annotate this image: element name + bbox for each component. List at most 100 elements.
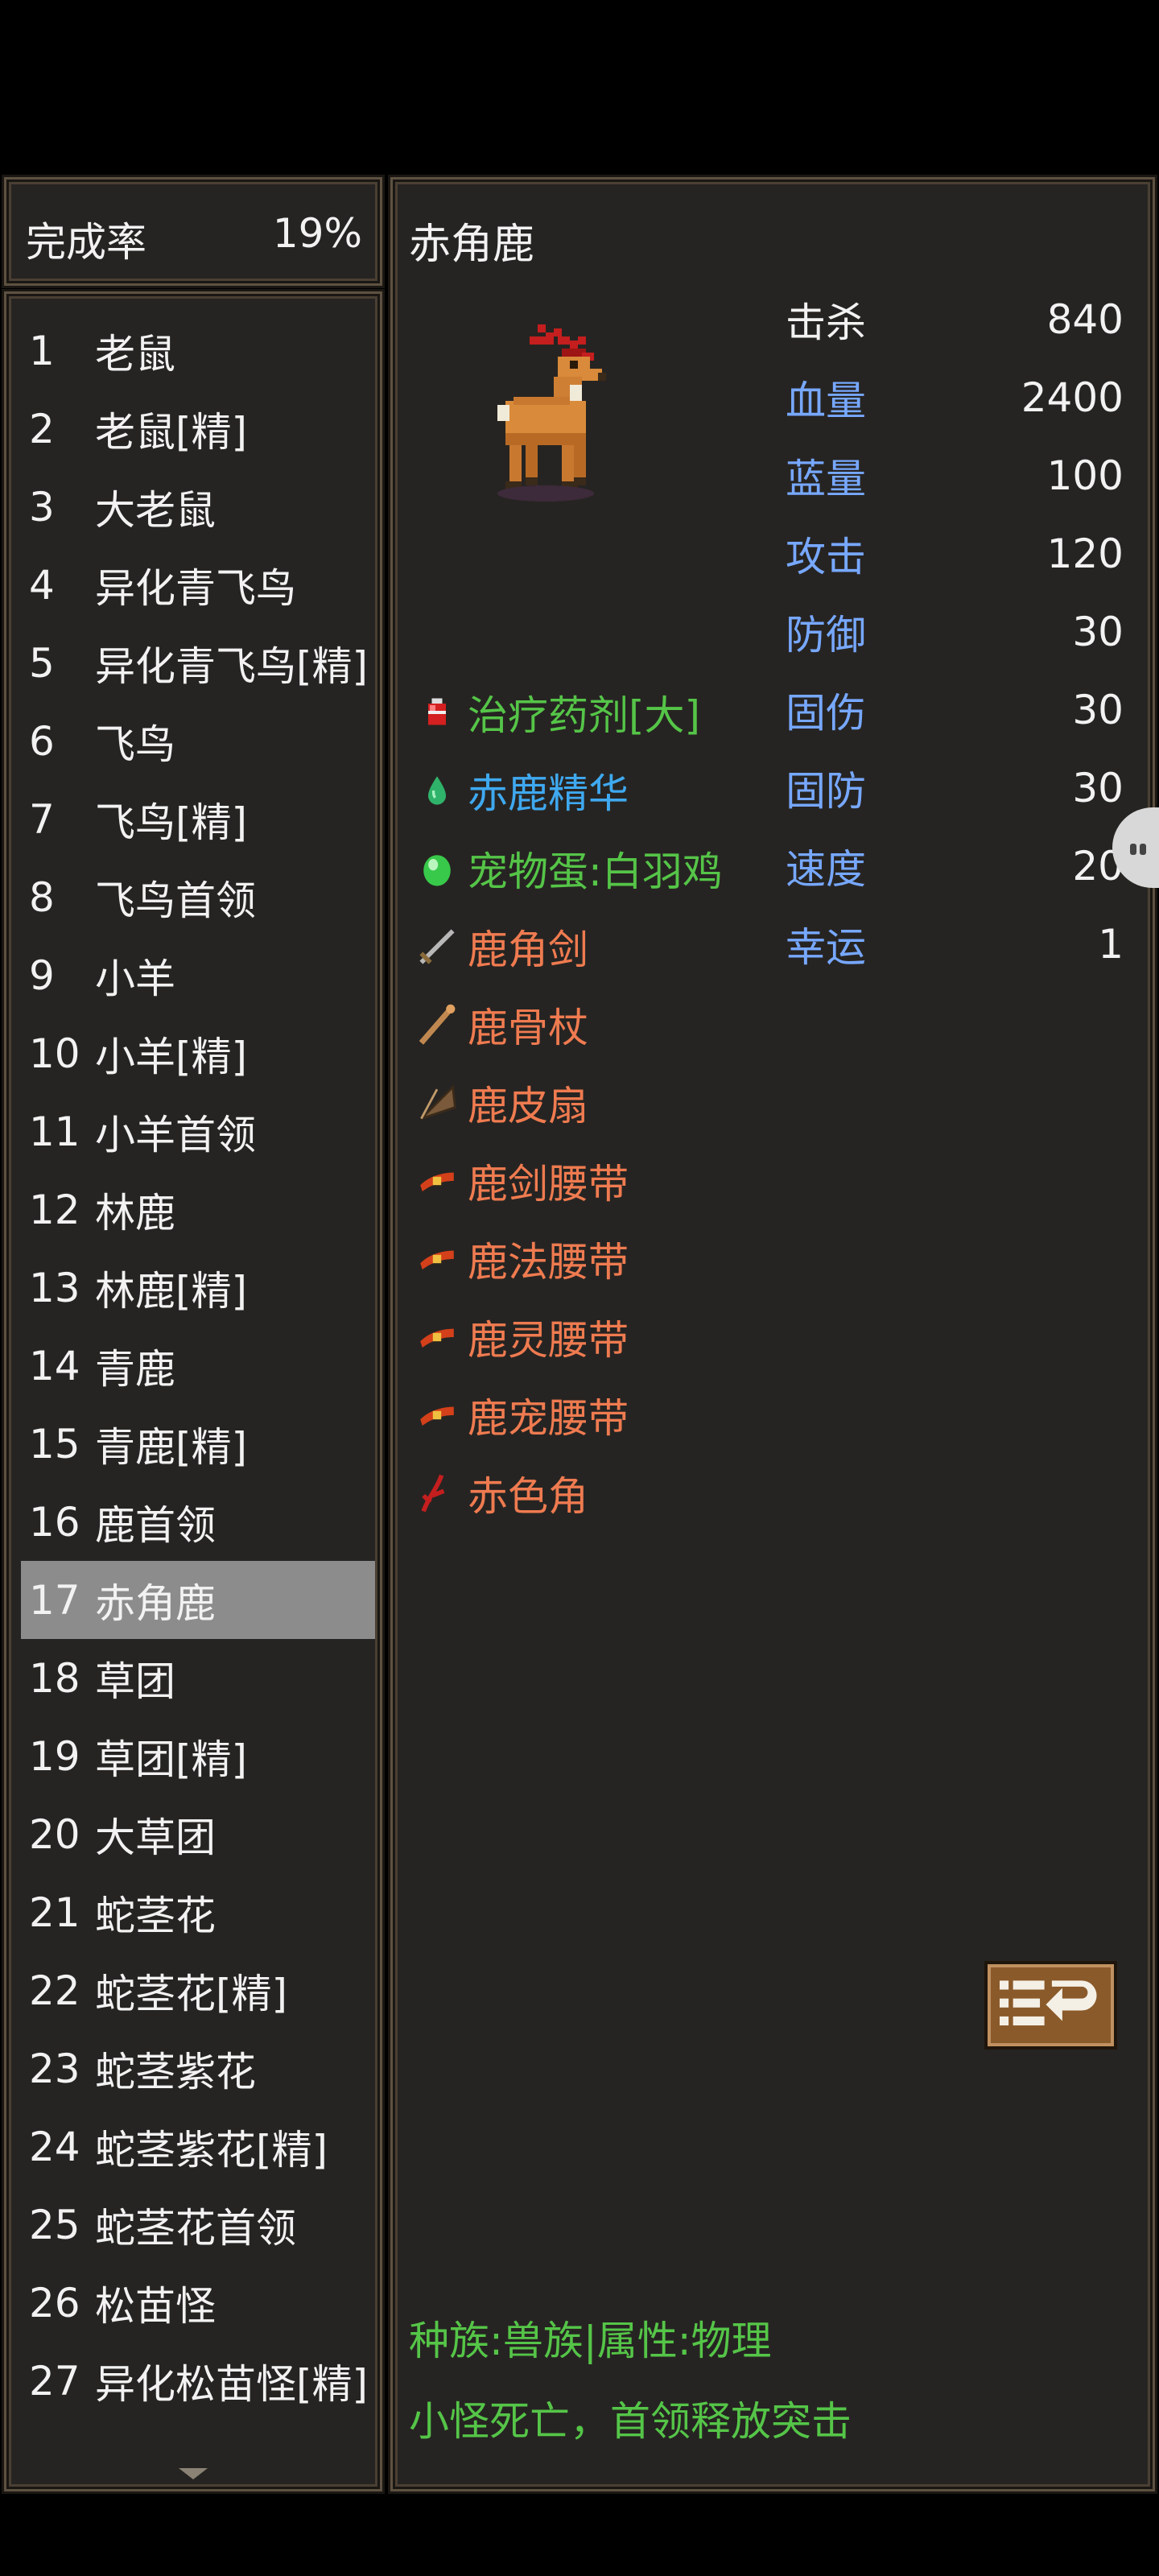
stat-row: 蓝量 100: [786, 436, 1124, 514]
monster-number: 17: [29, 1576, 80, 1624]
monster-number: 14: [29, 1342, 80, 1389]
monster-number: 7: [29, 795, 55, 843]
monster-list-item[interactable]: 14 青鹿: [21, 1327, 375, 1405]
monster-list-item[interactable]: 1 老鼠: [21, 312, 375, 390]
stat-row: 击杀 840: [786, 280, 1124, 358]
return-arrow-icon: [999, 1980, 1097, 2026]
monster-name: 异化松苗怪[精]: [95, 2360, 369, 2408]
belt-icon: [413, 1235, 461, 1283]
stat-row: 速度 20: [786, 827, 1124, 905]
monster-list-item[interactable]: 20 大草团: [21, 1795, 375, 1873]
drop-name: 赤鹿精华: [468, 770, 629, 817]
monster-number: 20: [29, 1810, 80, 1858]
monster-list-item[interactable]: 15 青鹿[精]: [21, 1405, 375, 1483]
monster-name: 松苗怪: [95, 2282, 216, 2330]
potion-icon: [413, 688, 461, 737]
monster-list-item[interactable]: 16 鹿首领: [21, 1483, 375, 1561]
monster-list-item[interactable]: 24 蛇茎紫花[精]: [21, 2107, 375, 2186]
monster-number: 24: [29, 2123, 80, 2170]
stat-row: 幸运 1: [786, 905, 1124, 983]
drop-item: 鹿灵腰带: [413, 1298, 783, 1376]
drop-item: 赤鹿精华: [413, 751, 783, 829]
monster-number: 1: [29, 327, 55, 374]
monster-list-item[interactable]: 26 松苗怪: [21, 2264, 375, 2342]
stat-label: 防御: [786, 611, 866, 658]
belt-icon: [413, 1313, 461, 1361]
monster-name: 小羊[精]: [95, 1033, 248, 1080]
monster-list-item[interactable]: 6 飞鸟: [21, 702, 375, 780]
monster-number: 3: [29, 483, 55, 530]
drop-list: 治疗药剂[大] 赤鹿精华宠物蛋:白羽鸡 鹿角剑鹿骨杖鹿皮扇鹿剑腰带鹿法腰带鹿灵腰带鹿…: [413, 673, 783, 1532]
monster-number: 6: [29, 717, 55, 765]
monster-number: 8: [29, 873, 55, 921]
monster-number: 18: [29, 1654, 80, 1702]
stat-row: 固防 30: [786, 749, 1124, 827]
stat-value: 30: [1072, 608, 1124, 655]
stat-label: 固防: [786, 767, 866, 815]
monster-number: 2: [29, 405, 55, 452]
monster-list-item[interactable]: 17 赤角鹿: [21, 1561, 375, 1639]
stat-label: 速度: [786, 845, 866, 893]
monster-name: 赤角鹿: [95, 1579, 216, 1627]
monster-title: 赤角鹿: [409, 221, 535, 269]
staff-icon: [413, 1001, 461, 1049]
drop-name: 鹿角剑: [468, 926, 588, 973]
drop-item: 鹿角剑: [413, 907, 783, 985]
monster-list[interactable]: 1 老鼠 2 老鼠[精] 3 大老鼠 4 异化青飞鸟 5 异化青飞鸟[精] 6 飞鸟 7 飞鸟[精] 8 飞鸟…: [21, 312, 375, 2420]
monster-list-item[interactable]: 12 林鹿: [21, 1170, 375, 1249]
monster-list-item[interactable]: 18 草团: [21, 1639, 375, 1717]
monster-list-item[interactable]: 9 小羊: [21, 936, 375, 1014]
stat-value: 120: [1046, 530, 1124, 577]
monster-name: 林鹿[精]: [95, 1267, 248, 1315]
monster-name: 老鼠[精]: [95, 408, 248, 456]
monster-list-item[interactable]: 4 异化青飞鸟: [21, 546, 375, 624]
monster-list-item[interactable]: 21 蛇茎花: [21, 1873, 375, 1951]
monster-list-item[interactable]: 5 异化青飞鸟[精]: [21, 624, 375, 702]
monster-list-item[interactable]: 25 蛇茎花首领: [21, 2186, 375, 2264]
stat-row: 固伤 30: [786, 671, 1124, 749]
drop-name: 鹿法腰带: [468, 1238, 629, 1286]
monster-number: 21: [29, 1889, 80, 1936]
monster-list-item[interactable]: 27 异化松苗怪[精]: [21, 2342, 375, 2420]
monster-list-item[interactable]: 22 蛇茎花[精]: [21, 1951, 375, 2029]
monster-list-panel[interactable]: 1 老鼠 2 老鼠[精] 3 大老鼠 4 异化青飞鸟 5 异化青飞鸟[精] 6 飞鸟 7 飞鸟[精] 8 飞鸟…: [4, 291, 382, 2491]
monster-number: 10: [29, 1030, 80, 1077]
drop-item: 鹿宠腰带: [413, 1376, 783, 1454]
monster-list-item[interactable]: 8 飞鸟首领: [21, 858, 375, 936]
monster-number: 4: [29, 561, 55, 609]
monster-list-item[interactable]: 10 小羊[精]: [21, 1014, 375, 1092]
monster-name: 草团: [95, 1657, 175, 1705]
egg-icon: [413, 844, 461, 893]
monster-list-item[interactable]: 2 老鼠[精]: [21, 390, 375, 468]
scroll-down-icon[interactable]: [179, 2468, 208, 2479]
stat-value: 30: [1072, 686, 1124, 733]
monster-detail-panel: 赤角鹿 击杀 840 血量 2400 蓝量 100 攻击 120 防御 30 固…: [390, 177, 1155, 2491]
drop-name: 鹿宠腰带: [468, 1394, 629, 1442]
drop-name: 鹿皮扇: [468, 1082, 588, 1129]
monster-number: 27: [29, 2357, 80, 2405]
drop-item: 鹿骨杖: [413, 985, 783, 1063]
monster-name: 鹿首领: [95, 1501, 216, 1549]
stat-value: 1: [1098, 920, 1124, 968]
monster-name: 青鹿: [95, 1345, 175, 1393]
monster-name: 青鹿[精]: [95, 1423, 248, 1471]
back-button[interactable]: [984, 1961, 1117, 2050]
drop-name: 治疗药剂[大]: [468, 691, 701, 739]
monster-list-item[interactable]: 11 小羊首领: [21, 1092, 375, 1170]
monster-list-item[interactable]: 19 草团[精]: [21, 1717, 375, 1795]
monster-list-item[interactable]: 23 蛇茎紫花: [21, 2029, 375, 2107]
stat-label: 蓝量: [786, 455, 866, 502]
monster-list-item[interactable]: 7 飞鸟[精]: [21, 780, 375, 858]
monster-list-item[interactable]: 3 大老鼠: [21, 468, 375, 546]
stat-row: 血量 2400: [786, 358, 1124, 436]
monster-name: 异化青飞鸟: [95, 564, 296, 612]
drop-name: 鹿剑腰带: [468, 1160, 629, 1208]
monster-number: 19: [29, 1732, 80, 1780]
monster-list-item[interactable]: 13 林鹿[精]: [21, 1249, 375, 1327]
monster-number: 12: [29, 1186, 80, 1233]
completion-value: 19%: [272, 210, 362, 257]
drop-name: 鹿灵腰带: [468, 1316, 629, 1364]
stat-label: 血量: [786, 377, 866, 424]
drop-name: 宠物蛋:白羽鸡: [468, 848, 723, 895]
red-antler-deer-sprite: [497, 324, 606, 502]
